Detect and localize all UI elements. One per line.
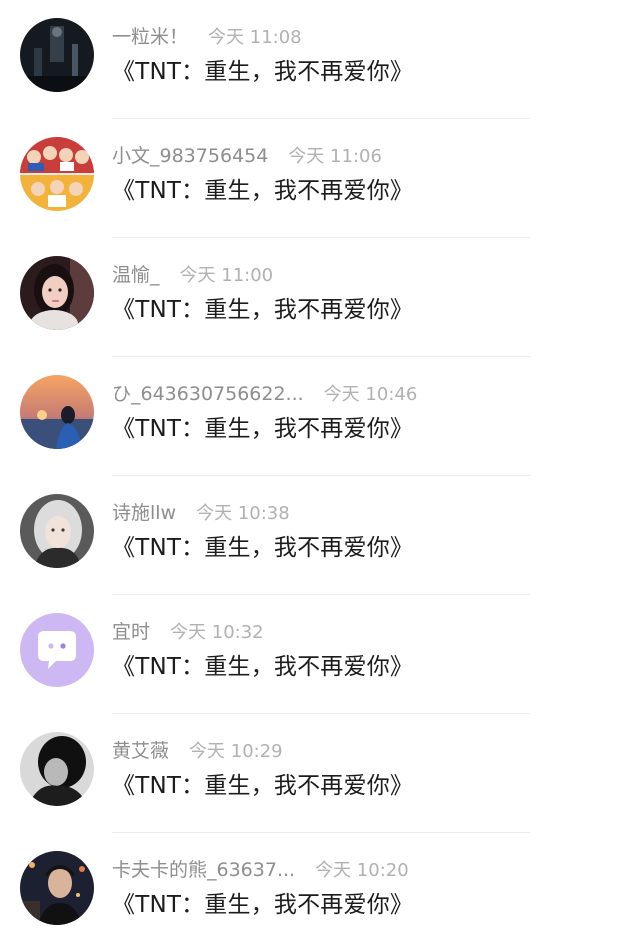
username[interactable]: 黄艾薇 [112, 740, 169, 762]
comment-text: 《TNT：重生，我不再爱你》 [112, 178, 414, 204]
comment-meta: 温愉_ 今天 11:00 [112, 260, 273, 290]
comment-text: 《TNT：重生，我不再爱你》 [112, 654, 414, 680]
timestamp: 今天 10:32 [170, 622, 264, 643]
comment-meta: 诗施llw 今天 10:38 [112, 498, 290, 528]
comment-meta: 小文_983756454 今天 11:06 [112, 141, 382, 171]
comment-text: 《TNT：重生，我不再爱你》 [112, 416, 414, 442]
username[interactable]: 温愉_ [112, 264, 160, 286]
timestamp: 今天 11:00 [179, 265, 274, 286]
avatar[interactable] [20, 18, 94, 92]
avatar[interactable] [20, 375, 94, 449]
avatar[interactable] [20, 851, 94, 925]
comment-text: 《TNT：重生，我不再爱你》 [112, 773, 414, 799]
avatar-image [20, 375, 94, 449]
comment-text: 《TNT：重生，我不再爱你》 [112, 297, 414, 323]
comment-item[interactable]: 宜时 今天 10:32 《TNT：重生，我不再爱你》 [0, 595, 640, 714]
comment-item[interactable]: 诗施llw 今天 10:38 《TNT：重生，我不再爱你》 [0, 476, 640, 595]
comment-text: 《TNT：重生，我不再爱你》 [112, 535, 414, 561]
avatar[interactable] [20, 137, 94, 211]
timestamp: 今天 10:46 [323, 384, 418, 405]
avatar[interactable] [20, 613, 94, 687]
timestamp: 今天 11:08 [208, 27, 302, 48]
default-avatar-icon [20, 613, 94, 687]
avatar-image [20, 137, 94, 211]
timestamp: 今天 10:29 [189, 741, 283, 762]
timestamp: 今天 10:20 [315, 860, 409, 881]
comment-item[interactable]: 黄艾薇 今天 10:29 《TNT：重生，我不再爱你》 [0, 714, 640, 833]
comment-list: 一粒米！ 今天 11:08 《TNT：重生，我不再爱你》 小文_98375645… [0, 0, 640, 941]
comment-meta: ひ_643630756622... 今天 10:46 [112, 379, 417, 409]
avatar[interactable] [20, 494, 94, 568]
comment-item[interactable]: 温愉_ 今天 11:00 《TNT：重生，我不再爱你》 [0, 238, 640, 357]
username[interactable]: 宜时 [112, 621, 150, 643]
avatar[interactable] [20, 732, 94, 806]
comment-item[interactable]: 一粒米！ 今天 11:08 《TNT：重生，我不再爱你》 [0, 0, 640, 119]
avatar[interactable] [20, 256, 94, 330]
avatar-image [20, 494, 94, 568]
timestamp: 今天 10:38 [196, 503, 290, 524]
comment-text: 《TNT：重生，我不再爱你》 [112, 59, 414, 85]
comment-item[interactable]: 卡夫卡的熊_63637... 今天 10:20 《TNT：重生，我不再爱你》 [0, 833, 640, 952]
username[interactable]: 一粒米！ [112, 26, 188, 48]
username[interactable]: 小文_983756454 [112, 145, 268, 167]
comment-item[interactable]: 小文_983756454 今天 11:06 《TNT：重生，我不再爱你》 [0, 119, 640, 238]
username[interactable]: 卡夫卡的熊_63637... [112, 859, 295, 881]
username[interactable]: 诗施llw [112, 502, 176, 524]
comment-text: 《TNT：重生，我不再爱你》 [112, 892, 414, 918]
avatar-image [20, 851, 94, 925]
avatar-image [20, 256, 94, 330]
username[interactable]: ひ_643630756622... [112, 383, 304, 405]
comment-meta: 卡夫卡的熊_63637... 今天 10:20 [112, 855, 409, 885]
comment-meta: 宜时 今天 10:32 [112, 617, 264, 647]
avatar-image [20, 18, 94, 92]
comment-meta: 黄艾薇 今天 10:29 [112, 736, 283, 766]
avatar-image [20, 732, 94, 806]
comment-item[interactable]: ひ_643630756622... 今天 10:46 《TNT：重生，我不再爱你》 [0, 357, 640, 476]
timestamp: 今天 11:06 [288, 146, 382, 167]
comment-meta: 一粒米！ 今天 11:08 [112, 22, 302, 52]
